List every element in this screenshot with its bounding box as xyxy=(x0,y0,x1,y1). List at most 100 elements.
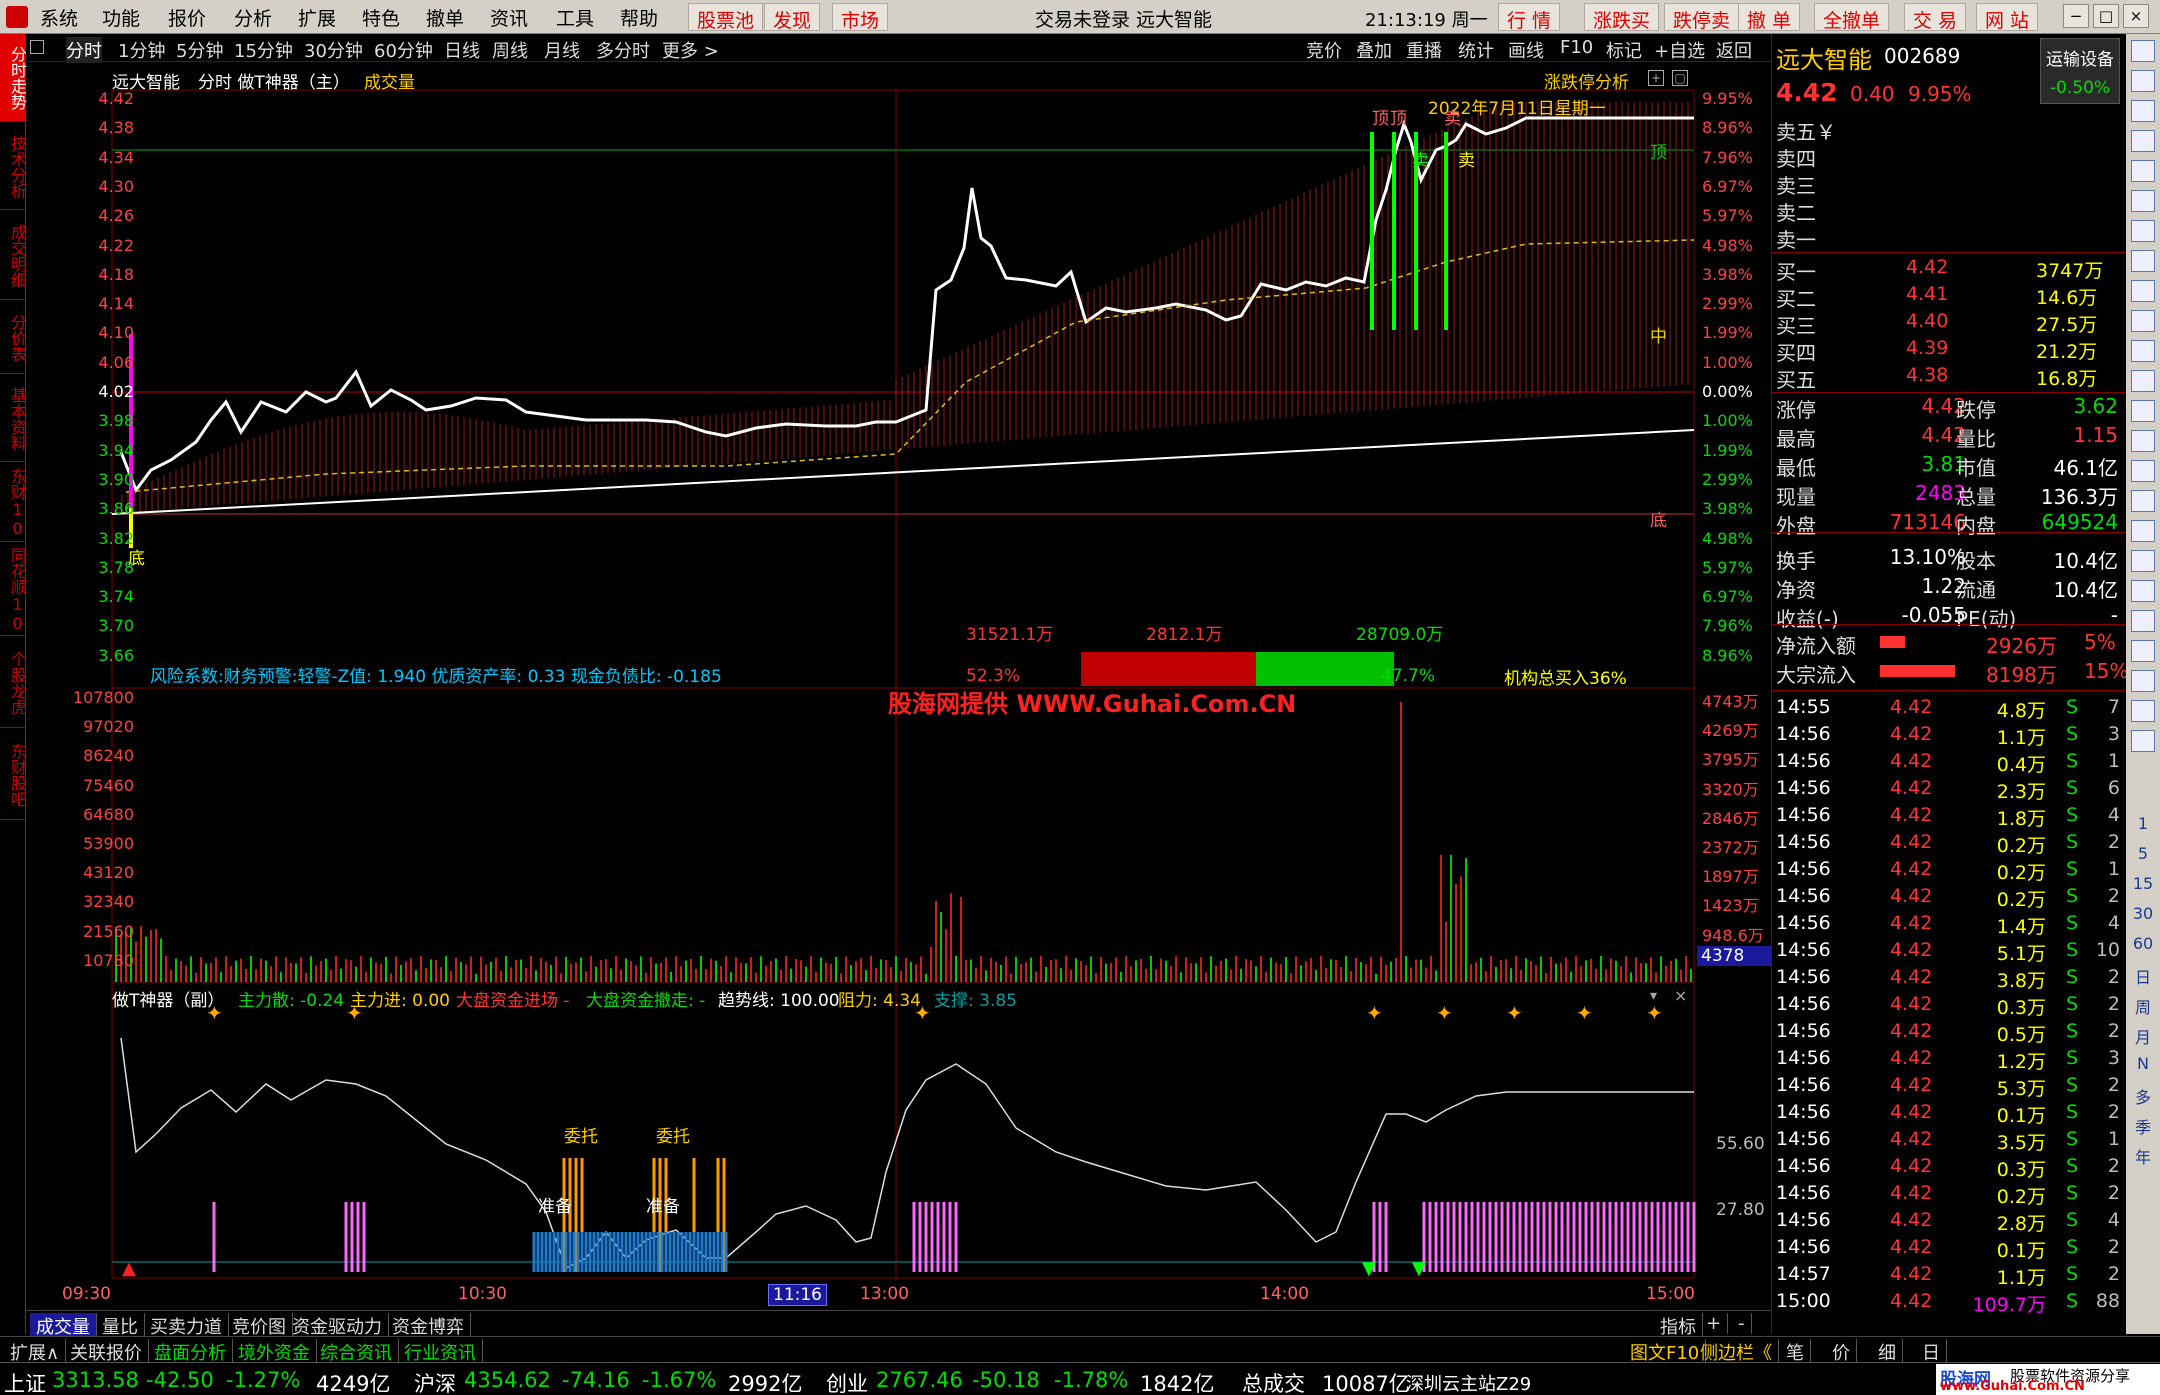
period-3[interactable]: 15分钟 xyxy=(234,37,293,63)
tool-period-10[interactable]: 季 xyxy=(2126,1114,2160,1138)
period-right-2[interactable]: 重播 xyxy=(1406,37,1442,63)
bottom-tab-8[interactable]: - xyxy=(1732,1313,1752,1334)
period-5[interactable]: 60分钟 xyxy=(374,37,433,63)
tool-period-6[interactable]: 周 xyxy=(2126,994,2160,1018)
menu-right-0[interactable]: 行 情 xyxy=(1498,3,1561,32)
menu-red-1[interactable]: 发现 xyxy=(764,3,821,32)
limit-analysis-button[interactable]: 涨跌停分析 xyxy=(1544,68,1629,93)
tool-icon-9[interactable] xyxy=(2131,310,2155,332)
menu-9[interactable]: 帮助 xyxy=(620,4,658,31)
sub-close-icon[interactable]: × xyxy=(1674,986,1687,1005)
left-tab-8[interactable]: 东财股吧 xyxy=(0,730,27,820)
tool-period-9[interactable]: 多 xyxy=(2126,1084,2160,1108)
server-label[interactable]: 深圳云主站Z29 xyxy=(1406,1370,1531,1395)
menu-right-5[interactable]: 交 易 xyxy=(1904,3,1967,32)
menu-4[interactable]: 扩展 xyxy=(298,4,336,31)
tool-icon-2[interactable] xyxy=(2131,100,2155,122)
menu-1[interactable]: 功能 xyxy=(102,4,140,31)
tool-icon-0[interactable] xyxy=(2131,40,2155,62)
tool-icon-3[interactable] xyxy=(2131,130,2155,152)
tool-icon-12[interactable] xyxy=(2131,400,2155,422)
sh-label[interactable]: 上证 xyxy=(4,1368,46,1395)
tool-period-3[interactable]: 30 xyxy=(2126,904,2160,923)
tool-icon-19[interactable] xyxy=(2131,610,2155,632)
period-4[interactable]: 30分钟 xyxy=(304,37,363,63)
hs-label[interactable]: 沪深 xyxy=(414,1368,456,1395)
tool-icon-14[interactable] xyxy=(2131,460,2155,482)
tool-icon-8[interactable] xyxy=(2131,280,2155,302)
bottom-tab-7[interactable]: + xyxy=(1700,1313,1729,1334)
menu-0[interactable]: 系统 xyxy=(40,4,78,31)
left-tab-7[interactable]: 个股龙虎 xyxy=(0,638,27,728)
left-tab-1[interactable]: 技术分析 xyxy=(0,124,27,210)
period-8[interactable]: 月线 xyxy=(544,37,580,63)
menu-right-4[interactable]: 全撤单 xyxy=(1814,3,1890,32)
menu-red-0[interactable]: 股票池 xyxy=(688,3,764,32)
tool-icon-15[interactable] xyxy=(2131,490,2155,512)
tool-period-0[interactable]: 1 xyxy=(2126,814,2160,833)
tool-icon-6[interactable] xyxy=(2131,220,2155,242)
cy-label[interactable]: 创业 xyxy=(826,1368,868,1395)
left-tab-6[interactable]: 同花顺10 xyxy=(0,544,27,636)
tool-period-1[interactable]: 5 xyxy=(2126,844,2160,863)
menu-7[interactable]: 资讯 xyxy=(490,4,528,31)
period-7[interactable]: 周线 xyxy=(492,37,528,63)
tool-icon-10[interactable] xyxy=(2131,340,2155,362)
tool-period-2[interactable]: 15 xyxy=(2126,874,2160,893)
tool-period-7[interactable]: 月 xyxy=(2126,1024,2160,1048)
sub-collapse-icon[interactable]: ▾ xyxy=(1650,988,1657,1004)
tool-icon-20[interactable] xyxy=(2131,640,2155,662)
tool-icon-23[interactable] xyxy=(2131,730,2155,752)
maximize-button[interactable]: □ xyxy=(2093,4,2119,28)
tool-period-4[interactable]: 60 xyxy=(2126,934,2160,953)
menu-2[interactable]: 报价 xyxy=(168,4,206,31)
menu-3[interactable]: 分析 xyxy=(234,4,272,31)
left-tab-3[interactable]: 分价表 xyxy=(0,302,27,374)
chart-area[interactable]: ✦ ✦ ✦ ✦ ✦ ✦ ✦ ✦ ▲ ▼ ▼ 远大智能 分时 做T神器（主） 成交量 涨跌停分析 + … xyxy=(26,62,1771,1322)
period-menu-icon[interactable] xyxy=(30,40,44,54)
menu-right-2[interactable]: 跌停卖 xyxy=(1664,3,1740,32)
tool-icon-1[interactable] xyxy=(2131,70,2155,92)
left-tab-0[interactable]: 分时走势 xyxy=(0,34,27,122)
period-right-0[interactable]: 竞价 xyxy=(1306,37,1342,63)
tool-icon-18[interactable] xyxy=(2131,580,2155,602)
menu-right-6[interactable]: 网 站 xyxy=(1976,3,2039,32)
tool-icon-17[interactable] xyxy=(2131,550,2155,572)
close-button[interactable]: × xyxy=(2123,4,2149,28)
menu-5[interactable]: 特色 xyxy=(362,4,400,31)
period-right-3[interactable]: 统计 xyxy=(1458,37,1494,63)
tool-icon-22[interactable] xyxy=(2131,700,2155,722)
left-tab-4[interactable]: 基本资料 xyxy=(0,376,27,462)
period-0[interactable]: 分时 xyxy=(66,37,102,63)
period-right-1[interactable]: 叠加 xyxy=(1356,37,1392,63)
tool-icon-7[interactable] xyxy=(2131,250,2155,272)
period-right-4[interactable]: 画线 xyxy=(1508,37,1544,63)
period-6[interactable]: 日线 xyxy=(444,37,480,63)
left-tab-5[interactable]: 东财10 xyxy=(0,464,27,542)
menu-6[interactable]: 撤单 xyxy=(426,4,464,31)
period-2[interactable]: 5分钟 xyxy=(176,37,223,63)
menu-right-1[interactable]: 涨跌买 xyxy=(1584,3,1660,32)
chart-settings-icon[interactable]: + xyxy=(1648,70,1664,86)
tool-icon-11[interactable] xyxy=(2131,370,2155,392)
period-9[interactable]: 多分时 xyxy=(596,37,650,63)
tool-period-5[interactable]: 日 xyxy=(2126,964,2160,988)
period-right-8[interactable]: 返回 xyxy=(1716,37,1752,63)
minimize-button[interactable]: − xyxy=(2063,4,2089,28)
tool-period-8[interactable]: N xyxy=(2126,1054,2160,1073)
tool-period-11[interactable]: 年 xyxy=(2126,1144,2160,1168)
period-right-6[interactable]: 标记 xyxy=(1606,37,1642,63)
period-right-5[interactable]: F10 xyxy=(1560,37,1593,58)
tool-icon-13[interactable] xyxy=(2131,430,2155,452)
menu-red-2[interactable]: 市场 xyxy=(832,3,889,32)
left-tab-2[interactable]: 成交明细 xyxy=(0,212,27,300)
period-1[interactable]: 1分钟 xyxy=(118,37,165,63)
period-right-7[interactable]: +自选 xyxy=(1654,37,1705,63)
tool-icon-16[interactable] xyxy=(2131,520,2155,542)
menu-right-3[interactable]: 撤 单 xyxy=(1738,3,1801,32)
tool-icon-21[interactable] xyxy=(2131,670,2155,692)
period-10[interactable]: 更多 > xyxy=(662,37,719,63)
tool-icon-4[interactable] xyxy=(2131,160,2155,182)
menu-8[interactable]: 工具 xyxy=(556,4,594,31)
chart-close-icon[interactable]: ▢ xyxy=(1672,70,1688,86)
